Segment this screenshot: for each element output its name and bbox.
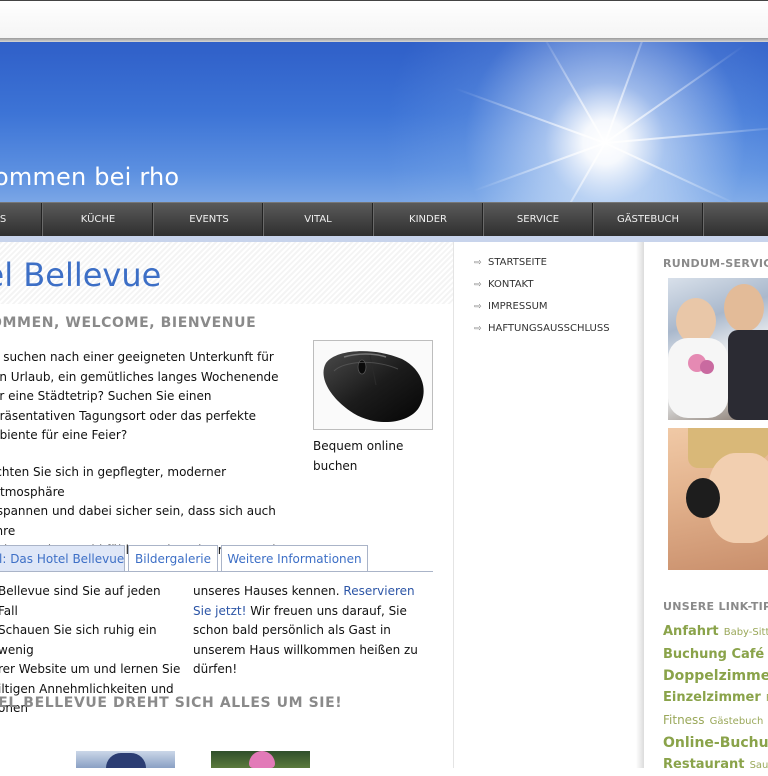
right-sidebar: RUNDUM-SERVICE F UNSERE LINK-TIPPS Anfah… — [645, 242, 768, 772]
tab-bildergalerie[interactable]: Bildergalerie — [128, 545, 218, 572]
page-title: tel Bellevue — [0, 256, 162, 294]
tag-anfahrt[interactable]: Anfahrt — [663, 624, 719, 639]
banner-title: ommen bei rho — [0, 163, 180, 191]
main-navigation: S KÜCHE EVENTS VITAL KINDER SERVICE GÄST… — [0, 202, 768, 237]
side-menu-item-kontakt[interactable]: ⇨ KONTAKT — [474, 278, 533, 292]
rundum-service-heading: RUNDUM-SERVICE F — [663, 257, 768, 270]
wedding-photo[interactable] — [668, 278, 768, 420]
link-tipps-heading: UNSERE LINK-TIPPS — [663, 600, 768, 613]
side-menu: ⇨ STARTSEITE ⇨ KONTAKT ⇨ IMPRESSUM ⇨ HAFTUNG… — [453, 242, 644, 768]
thumbnail-image-2[interactable] — [211, 751, 310, 768]
tag-baby-sitter[interactable]: Baby-Sitte — [724, 627, 768, 638]
tag-cloud: Anfahrt Baby-Sitte Buchung Café Doppelzi… — [663, 620, 768, 776]
tab-hotel-bellevue[interactable]: l: Das Hotel Bellevue — [0, 545, 125, 572]
tab-weitere-informationen[interactable]: Weitere Informationen — [221, 545, 368, 572]
image-caption: Bequem online buchen — [313, 439, 404, 473]
tag-einzelzimmer[interactable]: Einzelzimmer — [663, 690, 761, 705]
main-content: tel Bellevue OMMEN, WELCOME, BIENVENUE e… — [0, 242, 453, 768]
tag-restaurant[interactable]: Restaurant — [663, 757, 744, 772]
tab-text-column-2: unseres Hauses kennen. Reservieren Sie j… — [193, 584, 418, 676]
nav-item-service[interactable]: SERVICE — [483, 203, 593, 236]
arrow-right-icon: ⇨ — [474, 324, 482, 334]
woman-with-camera-photo[interactable] — [668, 428, 768, 570]
tab-underline — [0, 571, 433, 572]
nav-item-kueche[interactable]: KÜCHE — [43, 203, 153, 236]
tag-online-buchung[interactable]: Online-Buchun — [663, 735, 768, 751]
top-strip — [0, 0, 768, 39]
computer-mouse-icon — [323, 351, 424, 423]
tag-fitness[interactable]: Fitness — [663, 713, 705, 727]
thumbnail-image-1[interactable] — [76, 751, 175, 768]
intro-paragraph: e suchen nach einer geeigneten Unterkunf… — [0, 350, 279, 442]
tag-sauna[interactable]: Saun — [750, 760, 768, 771]
side-menu-item-haftungsausschluss[interactable]: ⇨ HAFTUNGSAUSSCHLUSS — [474, 322, 610, 336]
arrow-right-icon: ⇨ — [474, 258, 482, 268]
nav-item-gaestebuch[interactable]: GÄSTEBUCH — [593, 203, 703, 236]
side-menu-item-startseite[interactable]: ⇨ STARTSEITE — [474, 256, 547, 270]
nav-item-kinder[interactable]: KINDER — [373, 203, 483, 236]
nav-item-vital[interactable]: VITAL — [263, 203, 373, 236]
tag-doppelzimmer[interactable]: Doppelzimmer — [663, 668, 768, 684]
tag-gaestebuch[interactable]: Gästebuch — [710, 716, 764, 727]
arrow-right-icon: ⇨ — [474, 302, 482, 312]
welcome-subheading: OMMEN, WELCOME, BIENVENUE — [0, 315, 257, 331]
side-menu-item-impressum[interactable]: ⇨ IMPRESSUM — [474, 300, 548, 314]
arrow-right-icon: ⇨ — [474, 280, 482, 290]
header-banner: ommen bei rho — [0, 42, 768, 202]
nav-item-events[interactable]: EVENTS — [154, 203, 264, 236]
section-heading: TEL BELLEVUE DREHT SICH ALLES UM SIE! — [0, 695, 343, 711]
mouse-image[interactable] — [313, 340, 433, 430]
tag-buchung-cafe[interactable]: Buchung Café — [663, 647, 764, 662]
